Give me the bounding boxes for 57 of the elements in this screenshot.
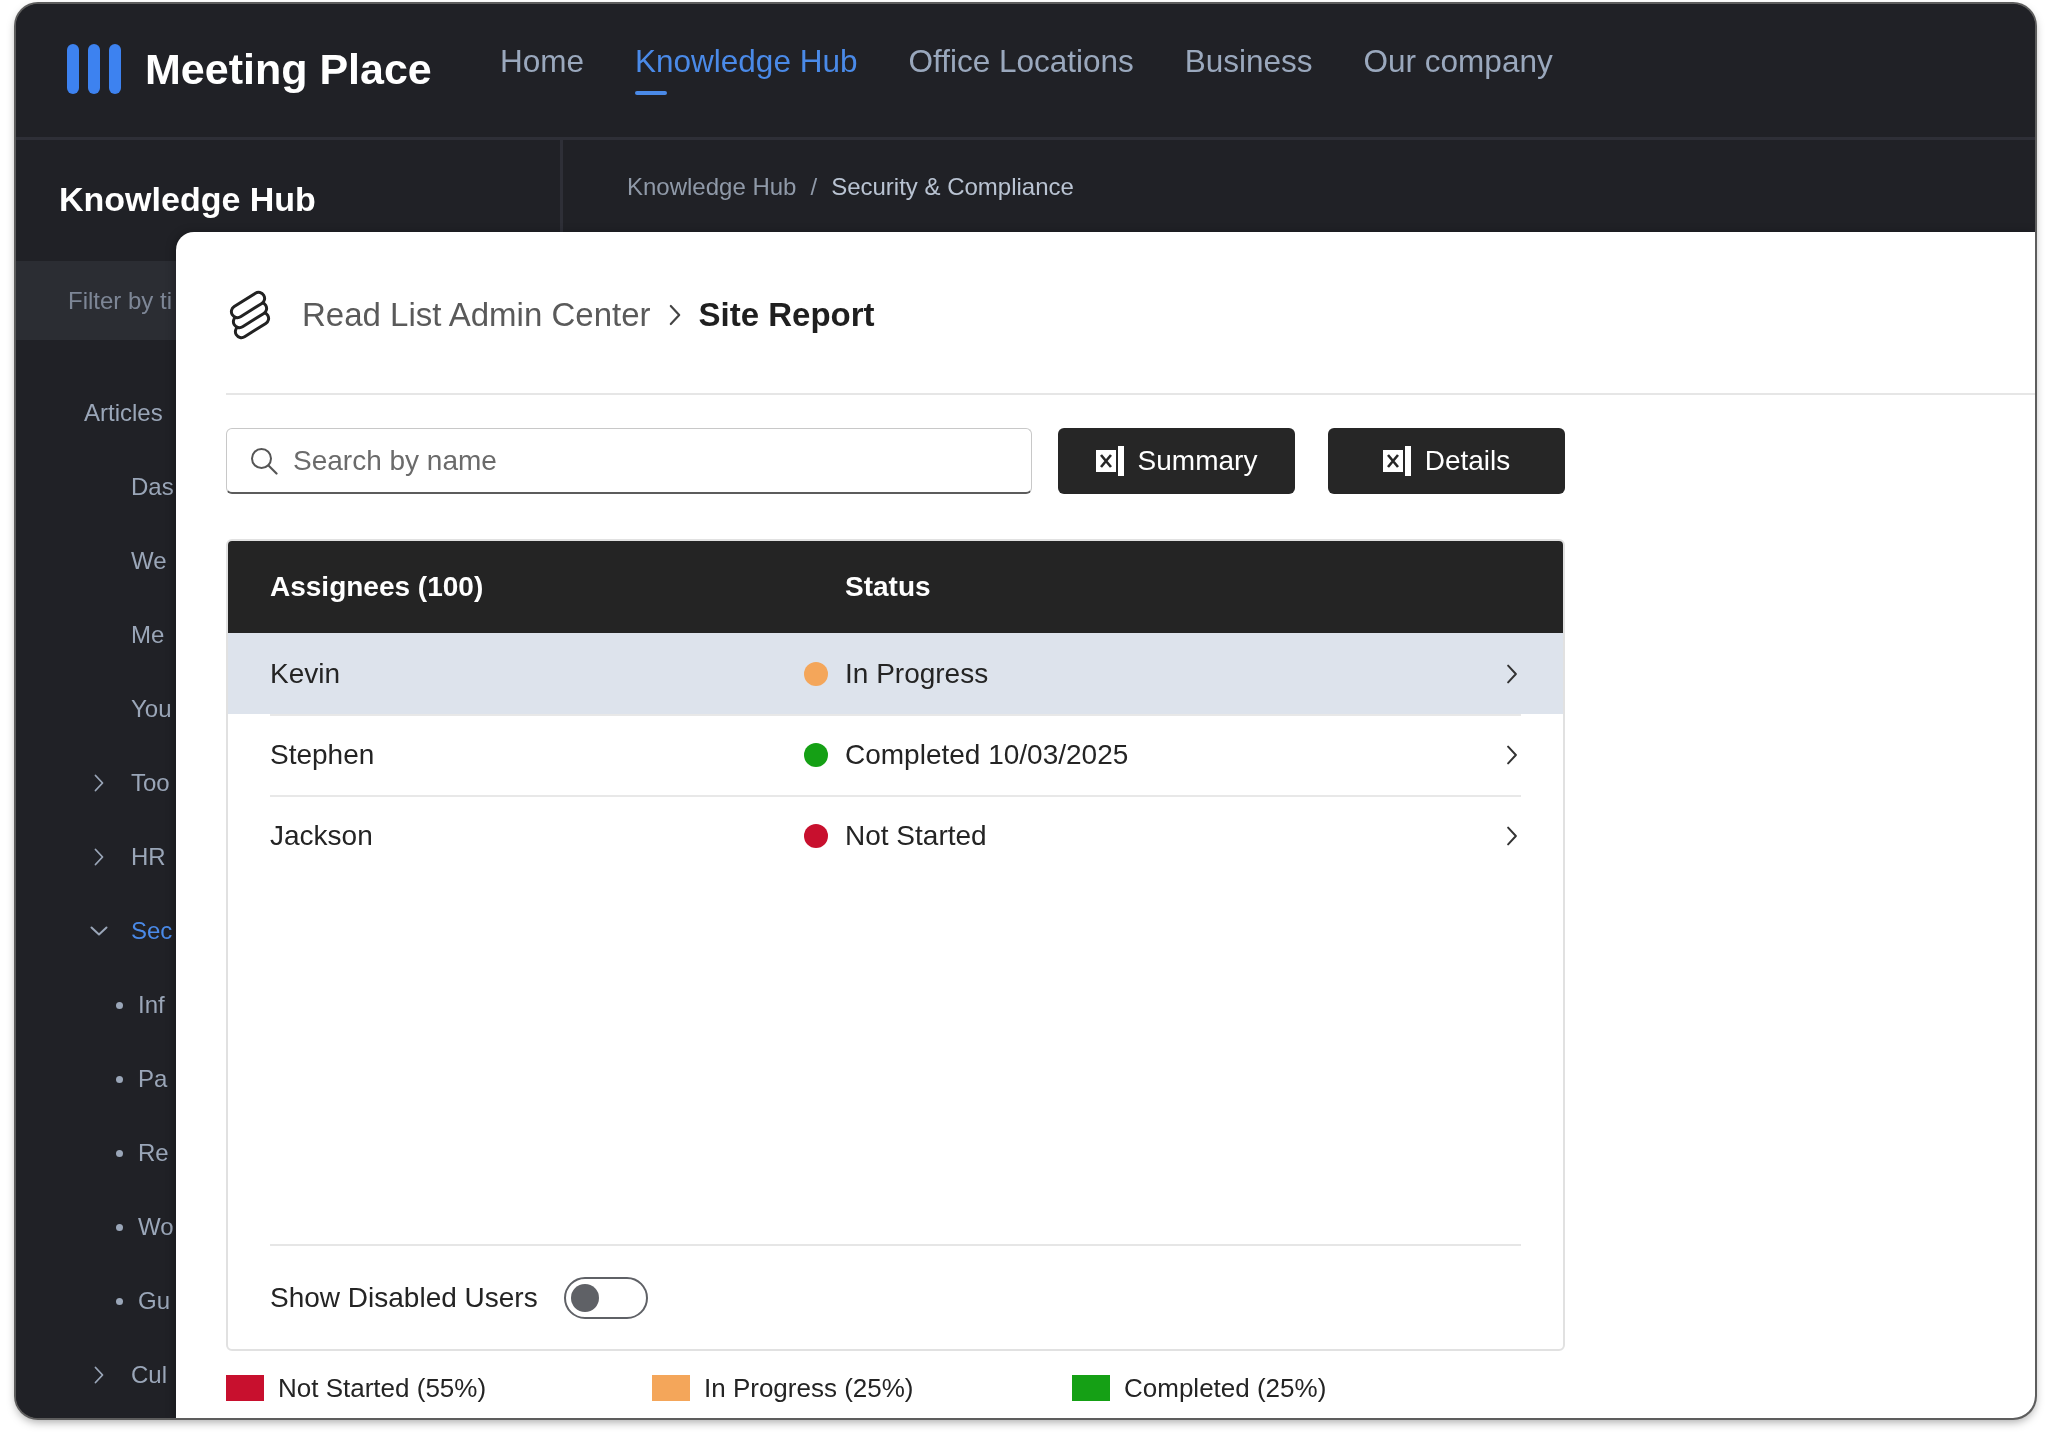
- bullet-icon: [116, 1297, 123, 1305]
- nav-link[interactable]: Knowledge Hub: [635, 43, 858, 95]
- spreadsheet-icon: [1095, 446, 1124, 476]
- tree-item[interactable]: Cul: [131, 1361, 167, 1389]
- tree-item[interactable]: Gu: [138, 1287, 170, 1315]
- table-cell: Kevin: [270, 656, 341, 691]
- toggle-switch[interactable]: [563, 1276, 648, 1319]
- legend-label: In Progress (25%): [704, 1373, 914, 1403]
- legend-label: Completed (25%): [1124, 1373, 1327, 1403]
- bullet-icon: [116, 1075, 123, 1083]
- chevron-right-icon: [1506, 744, 1518, 765]
- tree-item[interactable]: You: [131, 695, 172, 723]
- tree-item[interactable]: Too: [131, 769, 170, 797]
- tree-item[interactable]: Pa: [138, 1065, 168, 1093]
- tree-item[interactable]: Sec: [131, 917, 173, 945]
- bars-logo-icon: [67, 44, 121, 94]
- column-header: Assignees (100): [270, 571, 484, 603]
- status-text: In Progress: [845, 656, 989, 691]
- tree-item[interactable]: Inf: [138, 991, 165, 1019]
- bullet-icon: [116, 1149, 123, 1157]
- bullet-icon: [116, 1001, 123, 1009]
- search-field[interactable]: Search by name: [226, 428, 1032, 494]
- spreadsheet-button[interactable]: Details: [1328, 428, 1565, 494]
- legend-label: Not Started (55%): [278, 1373, 487, 1403]
- spreadsheet-button[interactable]: Summary: [1058, 428, 1295, 494]
- nav-link[interactable]: Our company: [1363, 43, 1553, 95]
- chevron-right-icon: [668, 304, 681, 326]
- chevron-right-icon: [1506, 825, 1518, 846]
- search-icon: [250, 447, 278, 475]
- tree-item[interactable]: Wo: [138, 1213, 174, 1241]
- sidebar-title: Knowledge Hub: [59, 179, 317, 219]
- chevron-right-icon: [1506, 663, 1518, 684]
- tree-item[interactable]: Re: [138, 1139, 169, 1167]
- nav-link[interactable]: Home: [500, 43, 585, 95]
- page-title: Site Report: [698, 295, 875, 335]
- filter-field[interactable]: Filter by ti: [16, 261, 176, 340]
- tree-item[interactable]: Das: [131, 473, 174, 501]
- breadcrumb-link[interactable]: Read List Admin Center: [302, 295, 651, 335]
- breadcrumb-link[interactable]: Knowledge Hub: [627, 173, 797, 201]
- tree-item[interactable]: Me: [131, 621, 165, 649]
- table-row[interactable]: Kevin In Progress: [228, 633, 1563, 714]
- status-text: Completed 10/03/2025: [845, 737, 1129, 772]
- table-cell: Stephen: [270, 737, 375, 772]
- spreadsheet-icon: [1382, 446, 1411, 476]
- nav-link[interactable]: Office Locations: [908, 43, 1134, 95]
- tree-item[interactable]: HR: [131, 843, 166, 871]
- bullet-icon: [116, 1223, 123, 1231]
- tree-item[interactable]: Articles: [84, 399, 163, 427]
- toggle-label: Show Disabled Users: [270, 1281, 538, 1314]
- nav-link[interactable]: Business: [1184, 43, 1313, 95]
- breadcrumb-link[interactable]: Security & Compliance: [831, 173, 1074, 201]
- tree-item[interactable]: We: [131, 547, 167, 575]
- brand-name: Meeting Place: [145, 44, 432, 94]
- column-header: Status: [845, 571, 931, 603]
- breadcrumb-separator: /: [810, 173, 818, 201]
- status-text: Not Started: [845, 818, 987, 853]
- table-cell: Jackson: [270, 818, 373, 853]
